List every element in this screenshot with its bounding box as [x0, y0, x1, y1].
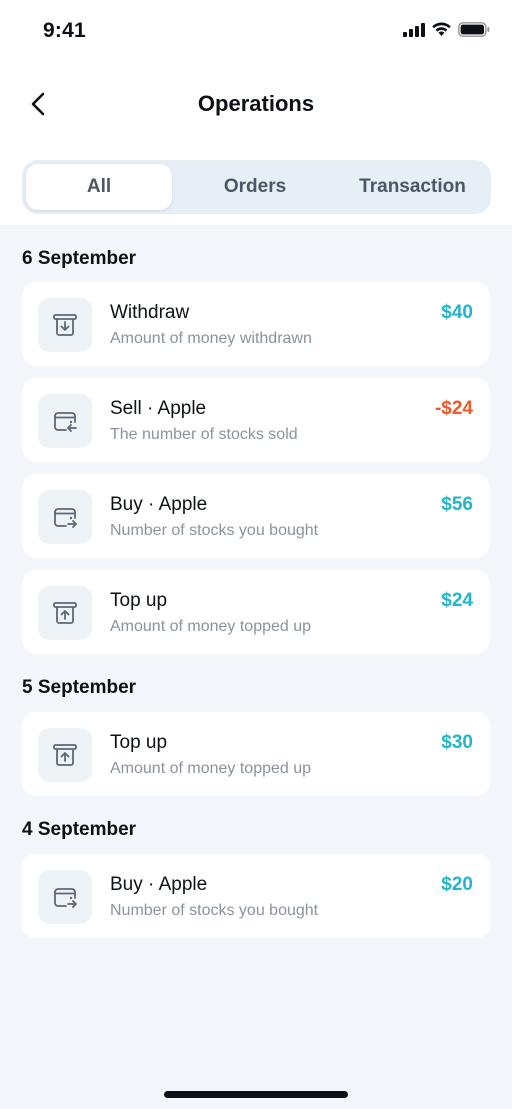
top-bar: 9:41 Operations All Orders Transaction — [0, 0, 512, 225]
item-title: Top up — [110, 590, 168, 611]
list-item[interactable]: Buy · Apple Number of stocks you bought … — [22, 854, 490, 938]
segmented-control: All Orders Transaction — [22, 160, 491, 214]
list-item[interactable]: Top up Amount of money topped up $24 — [22, 570, 490, 654]
item-subtitle: Amount of money topped up — [110, 618, 312, 635]
item-amount: -$24 — [434, 398, 473, 419]
sell-icon — [38, 394, 92, 448]
item-amount: $24 — [441, 590, 473, 611]
list-item[interactable]: Withdraw Amount of money withdrawn $40 — [22, 282, 490, 366]
item-title: Sell · Apple — [110, 398, 207, 419]
list-item[interactable]: Sell · Apple The number of stocks sold -… — [22, 378, 490, 462]
item-title: Buy · Apple — [110, 874, 208, 895]
item-amount: $30 — [441, 732, 473, 753]
topup-icon — [38, 728, 92, 782]
item-amount: $40 — [441, 302, 473, 323]
withdraw-icon — [38, 298, 92, 352]
battery-icon — [458, 22, 490, 37]
list-item[interactable]: Buy · Apple Number of stocks you bought … — [22, 474, 490, 558]
item-subtitle: Amount of money topped up — [110, 760, 312, 777]
status-time: 9:41 — [43, 19, 86, 42]
buy-icon — [38, 870, 92, 924]
item-amount: $56 — [441, 494, 473, 515]
section-date: 5 September — [22, 677, 137, 698]
wifi-icon — [432, 22, 451, 36]
signal-icon — [403, 22, 425, 37]
tab-all[interactable]: All — [26, 164, 172, 210]
item-subtitle: Number of stocks you bought — [110, 522, 319, 539]
item-subtitle: The number of stocks sold — [110, 426, 298, 443]
section-date: 4 September — [22, 819, 137, 840]
status-icons — [403, 22, 490, 37]
list-item[interactable]: Top up Amount of money topped up $30 — [22, 712, 490, 796]
buy-icon — [38, 490, 92, 544]
page-title: Operations — [197, 91, 315, 116]
section-date: 6 September — [22, 248, 137, 269]
tab-orders[interactable]: Orders — [172, 164, 338, 210]
item-title: Withdraw — [110, 302, 190, 323]
item-subtitle: Number of stocks you bought — [110, 902, 319, 919]
tab-transaction[interactable]: Transaction — [338, 164, 487, 210]
topup-icon — [38, 586, 92, 640]
home-indicator — [164, 1091, 348, 1098]
item-subtitle: Amount of money withdrawn — [110, 330, 312, 347]
item-title: Buy · Apple — [110, 494, 208, 515]
item-amount: $20 — [441, 874, 473, 895]
item-title: Top up — [110, 732, 168, 753]
